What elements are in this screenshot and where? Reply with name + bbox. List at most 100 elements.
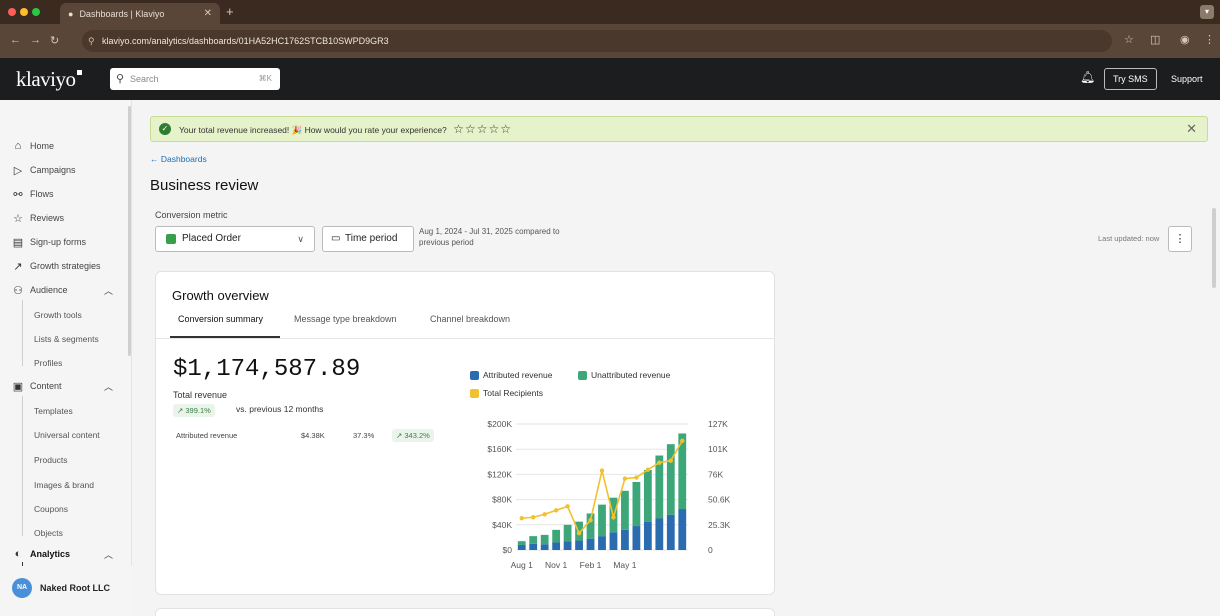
more-options-button[interactable]: ⋮ xyxy=(1168,226,1192,252)
x-tick-label: Nov 1 xyxy=(545,560,567,570)
x-tick-label: Aug 1 xyxy=(511,560,533,570)
recipients-point xyxy=(680,438,685,444)
recipients-point xyxy=(576,530,582,536)
reload-icon[interactable]: ↻ xyxy=(50,34,59,47)
tab-search-icon[interactable]: ▾ xyxy=(1200,5,1214,19)
search-shortcut: ⌘K xyxy=(258,74,272,83)
calendar-icon: ▭ xyxy=(331,233,341,244)
bar-attributed xyxy=(678,509,687,550)
close-window-button[interactable] xyxy=(8,8,16,16)
sidebar-subitem-profiles[interactable]: Profiles xyxy=(34,358,62,368)
sidebar-item-content[interactable]: ▣ Content ︿ xyxy=(12,376,113,396)
chevron-up-icon[interactable]: ︿ xyxy=(104,380,113,393)
bar-unattributed xyxy=(643,469,652,522)
page-title: Business review xyxy=(150,177,259,194)
y2-tick-label: 101K xyxy=(708,444,728,454)
kebab-icon: ⋮ xyxy=(1174,233,1186,245)
recipients-point xyxy=(622,476,628,481)
support-link[interactable]: Support xyxy=(1171,68,1203,90)
tab-close-icon[interactable]: ✕ xyxy=(204,8,212,19)
bar-unattributed xyxy=(632,481,641,527)
bar-attributed xyxy=(655,518,664,550)
bar-attributed xyxy=(666,514,675,550)
recipients-point xyxy=(645,467,651,472)
bar-unattributed xyxy=(552,529,561,543)
y2-tick-label: 50.6K xyxy=(708,495,731,505)
date-range-line: previous period xyxy=(419,238,474,247)
search-input[interactable]: ⚲ Search ⌘K xyxy=(110,68,280,90)
revenue-chart: $200K 127K $160K 101K $120K 76K $80K 50.6K $40K 2… xyxy=(487,419,731,570)
y-tick-label: $200K xyxy=(487,419,512,429)
bar-unattributed xyxy=(598,504,606,537)
address-bar: ← → ↻ ⚲ klaviyo.com/analytics/dashboards… xyxy=(0,24,1220,58)
y-tick-label: $40K xyxy=(492,520,512,530)
sidebar-account[interactable]: NA Naked Root LLC xyxy=(0,566,132,616)
sidebar-subitem-objects[interactable]: Objects xyxy=(34,528,63,538)
y-tick-label: $80K xyxy=(492,495,512,505)
growth-overview-card: Growth overview Conversion summary Messa… xyxy=(155,271,775,595)
time-period-button[interactable]: ▭ Time period xyxy=(322,226,414,252)
browser-menu-icon[interactable]: ⋮ xyxy=(1204,33,1215,46)
next-card xyxy=(155,608,775,616)
sidebar-subitem-templates[interactable]: Templates xyxy=(34,406,73,416)
sidebar-subitem-lists-segments[interactable]: Lists & segments xyxy=(34,334,99,344)
sidebar-subitem-universal-content[interactable]: Universal content xyxy=(34,430,100,440)
date-range-line: Aug 1, 2024 - Jul 31, 2025 compared to xyxy=(419,227,560,236)
shopify-icon xyxy=(166,234,176,244)
sidebar-item-audience[interactable]: ⚇ Audience ︿ xyxy=(12,280,113,300)
sidebar-item-growth-strategies[interactable]: ↗ Growth strategies xyxy=(12,256,100,276)
conversion-metric-select[interactable]: Placed Order ∨ xyxy=(155,226,315,252)
recipients-point xyxy=(565,504,570,509)
chevron-up-icon[interactable]: ︿ xyxy=(104,284,113,297)
y-tick-label: $160K xyxy=(487,444,512,454)
check-circle-icon: ✓ xyxy=(159,123,171,135)
sidebar-item-analytics[interactable]: ◐ Analytics ︿ xyxy=(12,544,113,564)
sidebar-item-flows[interactable]: ⚯ Flows xyxy=(12,184,53,204)
profile-icon[interactable]: ◉ xyxy=(1180,33,1190,46)
klaviyo-logo[interactable]: klaviyo xyxy=(16,67,82,92)
bar-attributed xyxy=(586,538,595,550)
new-tab-icon[interactable]: + xyxy=(226,4,234,19)
site-info-icon[interactable]: ⚲ xyxy=(88,30,95,52)
sidebar-item-home[interactable]: ⌂ Home xyxy=(12,136,54,156)
url-text: klaviyo.com/analytics/dashboards/01HA52H… xyxy=(102,36,389,46)
browser-tab[interactable]: ● Dashboards | Klaviyo ✕ xyxy=(60,3,220,24)
sidebar-subitem-growth-tools[interactable]: Growth tools xyxy=(34,310,82,320)
bookmark-star-icon[interactable]: ☆ xyxy=(1124,33,1134,46)
conversion-metric-label: Conversion metric xyxy=(155,210,228,220)
feedback-banner: ✓ Your total revenue increased! 🎉 How wo… xyxy=(150,116,1208,142)
sidebar-item-reviews[interactable]: ☆ Reviews xyxy=(12,208,64,228)
y2-tick-label: 127K xyxy=(708,419,728,429)
bar-attributed xyxy=(517,544,526,550)
last-updated-text: Last updated: now xyxy=(1098,234,1160,243)
sidebar-tree-line xyxy=(22,396,23,536)
sidebar-subitem-images-brand[interactable]: Images & brand xyxy=(34,480,94,490)
recipients-point xyxy=(553,508,559,513)
sidebar: ⌂ Home ▷ Campaigns ⚯ Flows ☆ Reviews ▤ Sign-u… xyxy=(0,100,132,616)
bar-unattributed xyxy=(540,534,549,545)
sidebar-scrollbar[interactable] xyxy=(128,106,131,356)
flows-icon: ⚯ xyxy=(13,188,23,201)
home-icon: ⌂ xyxy=(14,140,22,152)
sidebar-subitem-coupons[interactable]: Coupons xyxy=(34,504,68,514)
sidebar-item-campaigns[interactable]: ▷ Campaigns xyxy=(12,160,76,180)
close-icon[interactable]: ✕ xyxy=(1186,117,1197,141)
notifications-bell-icon[interactable]: 🔔︎ xyxy=(1080,70,1095,84)
star-icon: ☆ xyxy=(13,212,23,225)
extensions-icon[interactable]: ◫ xyxy=(1150,33,1160,46)
minimize-window-button[interactable] xyxy=(20,8,28,16)
rating-stars[interactable]: ☆☆☆☆☆ xyxy=(453,122,512,136)
forms-icon: ▤ xyxy=(12,236,24,249)
sidebar-item-signup-forms[interactable]: ▤ Sign-up forms xyxy=(12,232,86,252)
chevron-up-icon[interactable]: ︿ xyxy=(104,548,113,561)
back-icon[interactable]: ← xyxy=(10,34,21,46)
sidebar-subitem-products[interactable]: Products xyxy=(34,455,68,465)
metric-value: Placed Order xyxy=(182,233,241,244)
breadcrumb[interactable]: ← Dashboards xyxy=(150,154,207,164)
url-field[interactable]: ⚲ klaviyo.com/analytics/dashboards/01HA5… xyxy=(82,30,1112,52)
try-sms-button[interactable]: Try SMS xyxy=(1104,68,1157,90)
maximize-window-button[interactable] xyxy=(32,8,40,16)
forward-icon[interactable]: → xyxy=(30,34,41,46)
bar-attributed xyxy=(575,540,583,550)
page-scrollbar[interactable] xyxy=(1212,208,1216,288)
